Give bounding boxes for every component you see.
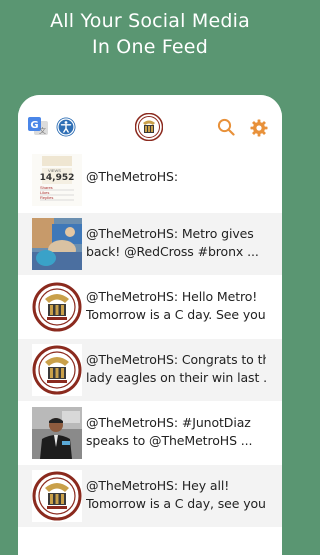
feed-item-line-1: @TheMetroHS: Hey all! — [86, 478, 230, 493]
stats-row-3: Replies — [40, 195, 54, 200]
feed-item[interactable]: @TheMetroHS: Congrats to the lady eagles… — [18, 339, 282, 401]
feed-item-line-2: Tomorrow is a C day, see you ... — [86, 496, 266, 511]
svg-text:文: 文 — [39, 126, 46, 135]
feed-item[interactable]: @TheMetroHS: Hello Metro! Tomorrow is a … — [18, 276, 282, 338]
school-logo — [32, 470, 82, 522]
school-logo — [32, 281, 82, 333]
feed-item-text: @TheMetroHS: Metro gives back! @RedCross… — [86, 225, 266, 261]
phone-screen: G 文 VIEWS 14,952 Shares Likes Replies @T… — [18, 95, 282, 555]
feed-item-text: @TheMetroHS: #JunotDiaz speaks to @TheMe… — [86, 414, 266, 450]
feed-item-text: @TheMetroHS: Congrats to the lady eagles… — [86, 351, 266, 387]
app-toolbar: G 文 — [18, 95, 282, 158]
promo-line-2: In One Feed — [92, 36, 208, 58]
stats-image: VIEWS 14,952 Shares Likes Replies — [32, 154, 82, 206]
feed-item-text: @TheMetroHS: — [86, 168, 266, 186]
google-translate-icon[interactable]: G 文 — [28, 117, 48, 137]
school-logo[interactable] — [134, 112, 164, 142]
feed-item[interactable]: VIEWS 14,952 Shares Likes Replies @TheMe… — [18, 154, 282, 208]
promo-line-1: All Your Social Media — [50, 10, 250, 32]
settings-icon[interactable] — [250, 119, 268, 137]
feed-item-line-2: Tomorrow is a C day. See you ... — [86, 307, 266, 322]
feed-item-line-2: back! @RedCross #bronx ... — [86, 244, 259, 259]
feed-item[interactable]: @TheMetroHS: Hey all! Tomorrow is a C da… — [18, 465, 282, 527]
feed-item-line-2: speaks to @TheMetroHS ... — [86, 433, 253, 448]
stats-number: 14,952 — [39, 173, 75, 183]
feed-item-line-1: @TheMetroHS: Metro gives — [86, 226, 254, 241]
feed-item-line-1: @TheMetroHS: Congrats to the — [86, 352, 266, 367]
svg-text:G: G — [30, 120, 38, 131]
accessibility-icon[interactable] — [56, 117, 76, 137]
person-photo — [32, 407, 82, 459]
school-logo — [32, 344, 82, 396]
feed-item-line-1: @TheMetroHS: Hello Metro! — [86, 289, 258, 304]
feed-item-line-1: @TheMetroHS: — [86, 169, 178, 184]
search-icon[interactable] — [217, 118, 235, 136]
feed-item-line-1: @TheMetroHS: #JunotDiaz — [86, 415, 251, 430]
feed-item-text: @TheMetroHS: Hey all! Tomorrow is a C da… — [86, 477, 266, 513]
feed-item[interactable]: @TheMetroHS: Metro gives back! @RedCross… — [18, 213, 282, 275]
feed-item-text: @TheMetroHS: Hello Metro! Tomorrow is a … — [86, 288, 266, 324]
photo-image — [32, 218, 82, 270]
feed-item[interactable]: @TheMetroHS: #JunotDiaz speaks to @TheMe… — [18, 402, 282, 464]
promo-headline: All Your Social Media In One Feed — [0, 8, 300, 60]
feed-item-line-2: lady eagles on their win last ... — [86, 370, 266, 385]
feed-list: VIEWS 14,952 Shares Likes Replies @TheMe… — [18, 154, 282, 528]
